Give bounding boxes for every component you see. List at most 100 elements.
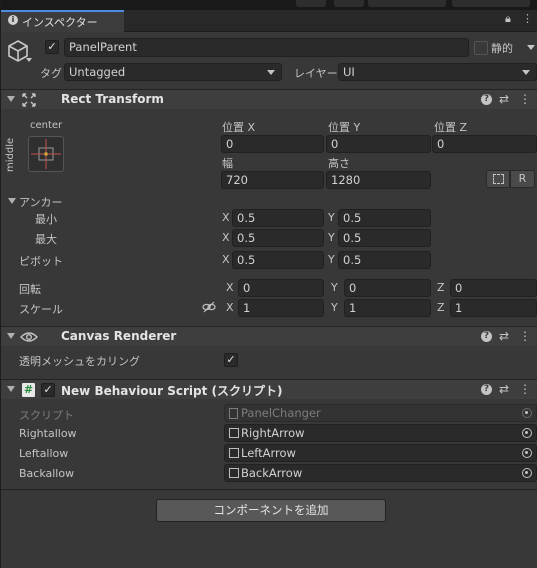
cull-transparent-mesh-label: 透明メッシュをカリング xyxy=(19,355,140,368)
help-icon[interactable]: ? xyxy=(481,94,492,105)
object-field-value: BackArrow xyxy=(241,466,303,480)
object-picker-icon[interactable] xyxy=(522,468,532,478)
constrain-proportions-icon[interactable] xyxy=(202,301,216,316)
rect-transform-header[interactable]: Rect Transform ? ⇄ ⋮ xyxy=(0,89,537,109)
axis-y-label: Y xyxy=(328,211,335,224)
toolbar-dropdown[interactable] xyxy=(452,0,530,7)
csharp-script-icon: # xyxy=(22,383,35,397)
anchors-label: アンカー xyxy=(19,196,63,209)
object-field-rightallow[interactable]: RightArrow xyxy=(224,424,537,442)
script-object-field: PanelChanger xyxy=(224,404,537,422)
field-label-backallow: Backallow xyxy=(19,467,75,480)
component-menu-icon[interactable]: ⋮ xyxy=(519,92,531,106)
component-menu-icon[interactable]: ⋮ xyxy=(519,382,531,396)
object-picker-icon[interactable] xyxy=(522,448,532,458)
pos-z-label: 位置 Z xyxy=(434,121,468,134)
axis-y-label: Y xyxy=(331,281,338,294)
rotation-y-input[interactable]: 0 xyxy=(344,279,431,297)
panel-border xyxy=(0,0,1,568)
presets-icon[interactable]: ⇄ xyxy=(499,92,509,106)
script-field-value: PanelChanger xyxy=(241,406,321,420)
eye-icon xyxy=(20,330,38,347)
object-field-backallow[interactable]: BackArrow xyxy=(224,464,537,482)
anchor-preset-button[interactable] xyxy=(28,136,64,172)
component-title: New Behaviour Script (スクリプト) xyxy=(61,384,283,398)
rect-transform-icon xyxy=(22,93,36,110)
scale-x-input[interactable]: 1 xyxy=(238,299,324,317)
static-label: 静的 xyxy=(491,42,513,55)
layer-dropdown[interactable]: UI xyxy=(338,63,537,81)
help-icon[interactable]: ? xyxy=(481,384,492,395)
axis-x-label: X xyxy=(222,253,230,266)
add-component-button[interactable]: コンポーネントを追加 xyxy=(156,499,386,522)
script-field-label: スクリプト xyxy=(19,409,74,422)
pivot-x-input[interactable]: 0.5 xyxy=(232,251,324,269)
scale-y-input[interactable]: 1 xyxy=(344,299,431,317)
layer-value: UI xyxy=(343,65,355,79)
anchor-max-label: 最大 xyxy=(35,233,57,246)
scale-z-input[interactable]: 1 xyxy=(450,299,537,317)
object-picker-icon xyxy=(522,408,532,418)
canvas-renderer-header[interactable]: Canvas Renderer ? ⇄ ⋮ xyxy=(0,326,537,346)
width-label: 幅 xyxy=(222,157,233,170)
anchor-preset-h-label: center xyxy=(30,120,63,131)
anchors-foldout-icon[interactable] xyxy=(8,198,16,204)
lock-icon[interactable]: 🔒︎ xyxy=(505,12,511,26)
gameobject-icon xyxy=(229,468,239,478)
script-enabled-checkbox[interactable]: ✓ xyxy=(41,383,55,397)
component-title: Rect Transform xyxy=(61,92,164,106)
anchor-max-y-input[interactable]: 0.5 xyxy=(338,229,431,247)
anchor-min-label: 最小 xyxy=(35,213,57,226)
blueprint-mode-button[interactable] xyxy=(486,170,510,188)
presets-icon[interactable]: ⇄ xyxy=(499,329,509,343)
object-field-leftallow[interactable]: LeftArrow xyxy=(224,444,537,462)
toolbar-button[interactable] xyxy=(334,0,364,7)
axis-x-label: X xyxy=(222,211,230,224)
object-picker-icon[interactable] xyxy=(522,428,532,438)
blueprint-icon xyxy=(493,174,504,184)
static-dropdown-arrow[interactable] xyxy=(527,45,535,50)
raw-edit-button[interactable]: R xyxy=(510,170,535,188)
pos-x-input[interactable]: 0 xyxy=(221,135,324,153)
rotation-x-input[interactable]: 0 xyxy=(238,279,324,297)
component-title: Canvas Renderer xyxy=(61,329,177,343)
anchor-max-x-input[interactable]: 0.5 xyxy=(232,229,324,247)
presets-icon[interactable]: ⇄ xyxy=(499,382,509,396)
pos-y-input[interactable]: 0 xyxy=(326,135,431,153)
axis-x-label: X xyxy=(222,231,230,244)
tab-inspector[interactable]: i インスペクター xyxy=(0,10,124,32)
gameobject-name-input[interactable]: PanelParent xyxy=(64,38,469,57)
toolbar-button[interactable] xyxy=(296,0,326,7)
divider xyxy=(0,489,537,490)
static-checkbox[interactable] xyxy=(474,41,488,55)
rotation-z-input[interactable]: 0 xyxy=(450,279,537,297)
height-input[interactable]: 1280 xyxy=(326,171,431,189)
info-icon: i xyxy=(8,15,18,25)
active-checkbox[interactable]: ✓ xyxy=(45,40,59,54)
tag-dropdown[interactable]: Untagged xyxy=(64,63,282,81)
cull-transparent-mesh-checkbox[interactable]: ✓ xyxy=(224,353,238,367)
foldout-arrow-icon[interactable] xyxy=(7,386,15,392)
pos-x-label: 位置 X xyxy=(222,121,256,134)
more-icon[interactable]: ⋮ xyxy=(522,12,533,25)
tag-value: Untagged xyxy=(69,65,126,79)
gameobject-icon xyxy=(229,428,239,438)
foldout-arrow-icon[interactable] xyxy=(7,96,15,102)
component-menu-icon[interactable]: ⋮ xyxy=(519,329,531,343)
toolbar-dropdown[interactable] xyxy=(368,0,446,7)
foldout-arrow-icon[interactable] xyxy=(7,333,15,339)
field-label-leftallow: Leftallow xyxy=(19,447,69,460)
rotation-label: 回転 xyxy=(19,283,41,296)
height-label: 高さ xyxy=(328,157,350,170)
width-input[interactable]: 720 xyxy=(221,171,324,189)
anchor-min-y-input[interactable]: 0.5 xyxy=(338,209,431,227)
pos-z-input[interactable]: 0 xyxy=(432,135,537,153)
script-component-header[interactable]: # ✓ New Behaviour Script (スクリプト) ? ⇄ ⋮ xyxy=(0,379,537,399)
object-field-value: RightArrow xyxy=(241,426,305,440)
help-icon[interactable]: ? xyxy=(481,331,492,342)
axis-y-label: Y xyxy=(328,253,335,266)
icon-dropdown-arrow[interactable] xyxy=(26,58,32,62)
pos-y-label: 位置 Y xyxy=(328,121,361,134)
anchor-min-x-input[interactable]: 0.5 xyxy=(232,209,324,227)
pivot-y-input[interactable]: 0.5 xyxy=(338,251,431,269)
